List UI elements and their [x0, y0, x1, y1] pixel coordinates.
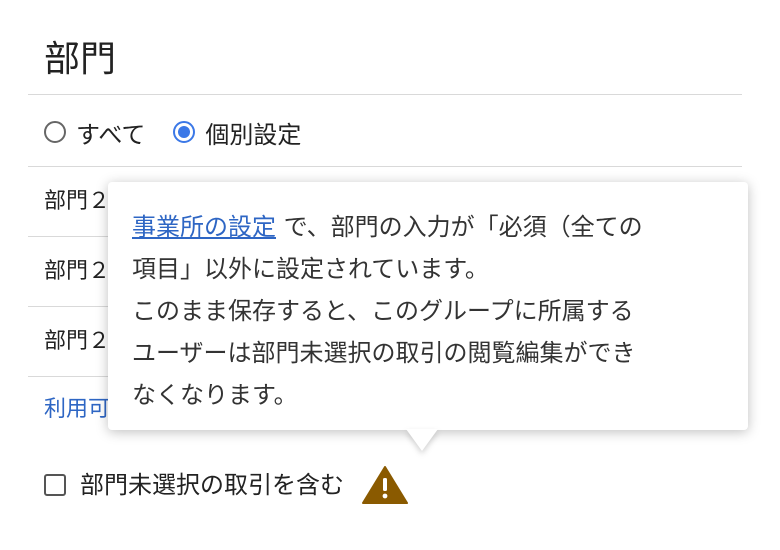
tooltip-line-3: このまま保存すると、このグループに所属する	[132, 297, 634, 325]
include-unselected-label: 部門未選択の取引を含む	[80, 471, 344, 499]
divider	[28, 94, 742, 95]
tooltip-line-2: 項目」以外に設定されています。	[132, 255, 489, 283]
tooltip-arrow	[406, 429, 438, 451]
office-settings-link[interactable]: 事業所の設定	[132, 213, 276, 241]
warning-tooltip: 事業所の設定 で、部門の入力が「必須（全ての 項目」以外に設定されています。 こ…	[108, 182, 748, 430]
radio-individual[interactable]: 個別設定	[173, 115, 301, 150]
radio-all[interactable]: すべて	[44, 115, 145, 150]
radio-all-label: すべて	[76, 120, 146, 149]
department-row: 部門２	[44, 329, 111, 354]
include-unselected-row: 部門未選択の取引を含む	[44, 465, 408, 505]
available-link[interactable]: 利用可	[44, 396, 110, 424]
radio-individual-label: 個別設定	[205, 120, 302, 149]
tooltip-line-1: 事業所の設定 で、部門の入力が「必須（全ての	[132, 206, 726, 248]
include-unselected-checkbox[interactable]	[44, 474, 66, 496]
divider	[28, 166, 742, 167]
scope-radio-group: すべて 個別設定	[44, 112, 301, 152]
radio-individual-circle[interactable]	[173, 121, 196, 143]
radio-all-circle[interactable]	[44, 121, 66, 143]
department-row: 部門２	[44, 259, 111, 284]
warning-triangle-icon[interactable]	[362, 465, 408, 505]
tooltip-line-1-text: で、部門の入力が「必須（全ての	[276, 213, 643, 241]
department-row: 部門２	[44, 189, 111, 214]
tooltip-line-4: ユーザーは部門未選択の取引の閲覧編集ができ	[132, 339, 636, 367]
section-title: 部門	[44, 39, 117, 80]
tooltip-line-5: なくなります。	[132, 381, 298, 409]
